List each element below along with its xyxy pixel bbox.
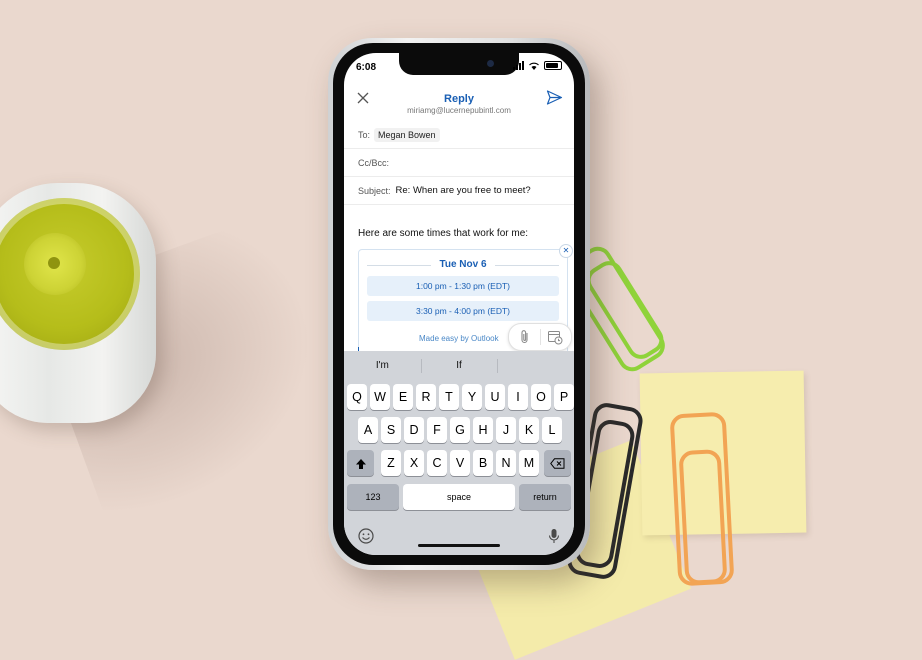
send-icon[interactable] (546, 89, 563, 106)
key-q[interactable]: Q (347, 384, 367, 410)
backspace-icon (550, 458, 565, 469)
key-s[interactable]: S (381, 417, 401, 443)
shift-key[interactable] (347, 450, 374, 476)
key-y[interactable]: Y (462, 384, 482, 410)
to-field[interactable]: To: Megan Bowen (344, 121, 574, 149)
key-t[interactable]: T (439, 384, 459, 410)
jar-cap-center (48, 257, 60, 269)
compose-header: Reply miriamg@lucernepubintl.com (344, 79, 574, 117)
suggestion-bar: I'm If (344, 351, 574, 381)
divider (540, 329, 541, 345)
key-m[interactable]: M (519, 450, 539, 476)
cc-bcc-label: Cc/Bcc: (358, 157, 390, 168)
key-b[interactable]: B (473, 450, 493, 476)
compose-tools-pill (508, 323, 572, 351)
calendar-clock-icon[interactable] (547, 329, 563, 345)
notch (399, 53, 519, 75)
phone-screen: 6:08 Reply miriamg@lucernepubintl.com To… (344, 53, 574, 555)
space-key[interactable]: space (403, 484, 515, 510)
key-u[interactable]: U (485, 384, 505, 410)
key-e[interactable]: E (393, 384, 413, 410)
return-key[interactable]: return (519, 484, 571, 510)
key-d[interactable]: D (404, 417, 424, 443)
recipient-chip[interactable]: Megan Bowen (374, 127, 440, 142)
suggestion[interactable]: I'm (344, 351, 421, 381)
key-c[interactable]: C (427, 450, 447, 476)
key-i[interactable]: I (508, 384, 528, 410)
suggestion[interactable] (497, 351, 574, 381)
subject-field[interactable]: Subject: Re: When are you free to meet? (344, 177, 574, 205)
key-x[interactable]: X (404, 450, 424, 476)
key-n[interactable]: N (496, 450, 516, 476)
status-icons (513, 61, 562, 70)
shift-icon (355, 458, 366, 469)
keyboard: I'm If Q W E R T Y U I O P A S D F G H J… (344, 351, 574, 555)
key-g[interactable]: G (450, 417, 470, 443)
key-j[interactable]: J (496, 417, 516, 443)
key-l[interactable]: L (542, 417, 562, 443)
to-label: To: (358, 129, 371, 140)
key-a[interactable]: A (358, 417, 378, 443)
paperclip-icon[interactable] (518, 329, 532, 345)
numbers-key[interactable]: 123 (347, 484, 399, 510)
phone-bezel: 6:08 Reply miriamg@lucernepubintl.com To… (333, 43, 585, 565)
subject-label: Subject: (358, 185, 391, 196)
subject-value[interactable]: Re: When are you free to meet? (396, 185, 531, 196)
key-p[interactable]: P (554, 384, 574, 410)
cc-bcc-field[interactable]: Cc/Bcc: (344, 149, 574, 177)
key-f[interactable]: F (427, 417, 447, 443)
camera-icon (487, 60, 494, 67)
time-slot[interactable]: 3:30 pm - 4:00 pm (EDT) (367, 301, 559, 321)
home-indicator (418, 544, 500, 547)
key-r[interactable]: R (416, 384, 436, 410)
made-easy-link[interactable]: Made easy by Outlook (419, 334, 499, 343)
compose-title: Reply (444, 93, 474, 105)
paper-clip (678, 448, 728, 586)
phone: 6:08 Reply miriamg@lucernepubintl.com To… (328, 38, 590, 570)
key-v[interactable]: V (450, 450, 470, 476)
microphone-icon[interactable] (548, 528, 560, 544)
message-body[interactable]: Here are some times that work for me: (358, 228, 528, 239)
card-date-row: Tue Nov 6 (367, 259, 559, 271)
key-z[interactable]: Z (381, 450, 401, 476)
time-slot[interactable]: 1:00 pm - 1:30 pm (EDT) (367, 276, 559, 296)
battery-icon (544, 61, 562, 70)
status-time: 6:08 (356, 62, 377, 73)
account-email: miriamg@lucernepubintl.com (407, 106, 511, 115)
emoji-icon[interactable] (358, 528, 374, 544)
key-h[interactable]: H (473, 417, 493, 443)
wifi-icon (529, 62, 539, 70)
suggestion[interactable]: If (420, 351, 498, 381)
divider (495, 265, 559, 266)
key-o[interactable]: O (531, 384, 551, 410)
key-w[interactable]: W (370, 384, 390, 410)
delete-key[interactable] (544, 450, 571, 476)
signal-icon (513, 61, 524, 70)
key-k[interactable]: K (519, 417, 539, 443)
remove-card-icon[interactable]: ✕ (559, 244, 573, 258)
